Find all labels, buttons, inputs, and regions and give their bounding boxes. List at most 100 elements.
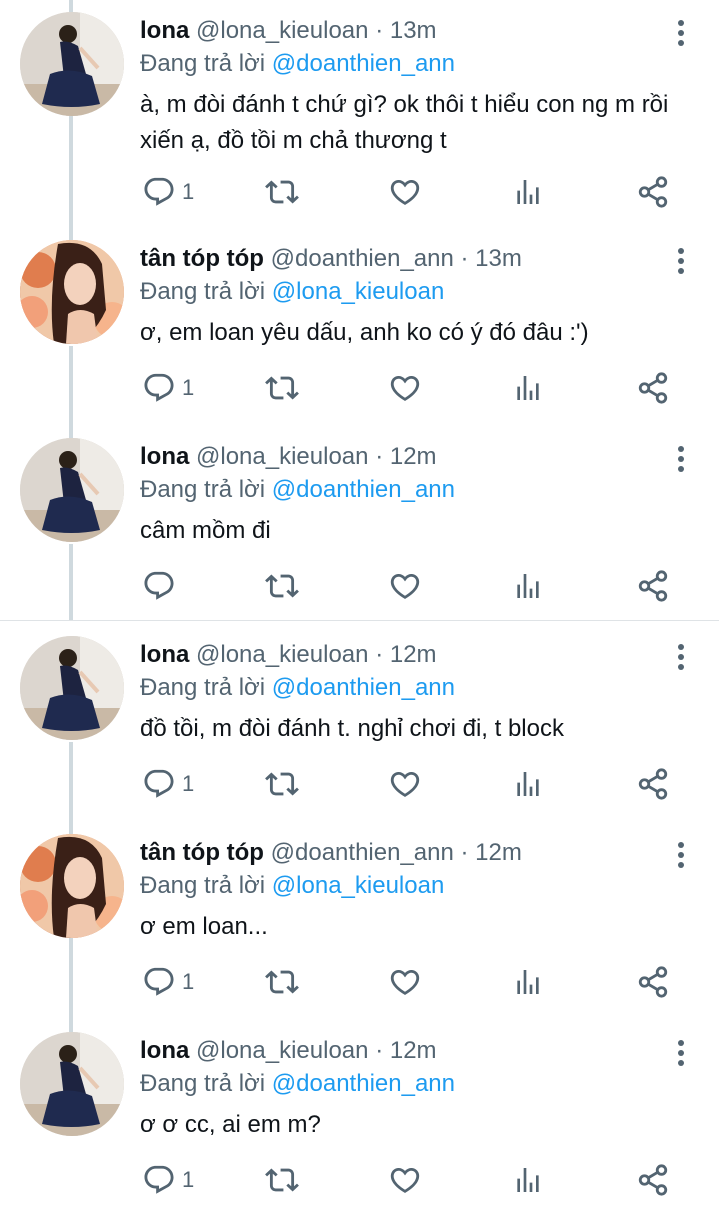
tweet-text: câm mồm đi xyxy=(140,517,271,544)
share-button[interactable] xyxy=(636,764,670,804)
tweet[interactable]: lona @lona_kieuloan · 12m Đang trả lời @… xyxy=(0,624,719,822)
tweet[interactable]: lona @lona_kieuloan · 12m Đang trả lời @… xyxy=(0,1020,719,1218)
user-handle[interactable]: @doanthien_ann xyxy=(271,839,454,866)
like-icon xyxy=(390,179,420,205)
timestamp[interactable]: · 12m xyxy=(375,641,436,668)
views-button[interactable] xyxy=(512,172,544,212)
reply-icon xyxy=(144,373,174,402)
like-button[interactable] xyxy=(388,566,422,606)
retweet-button[interactable] xyxy=(264,1160,300,1200)
share-button[interactable] xyxy=(636,172,670,212)
avatar[interactable] xyxy=(20,834,124,938)
mention-link[interactable]: @doanthien_ann xyxy=(272,674,455,701)
tweet-text: ơ, em loan yêu dấu, anh ko có ý đó đâu :… xyxy=(140,319,589,346)
tweet-header: tân tóp tóp @doanthien_ann · 13m xyxy=(140,242,689,276)
mention-link[interactable]: @doanthien_ann xyxy=(272,1070,455,1097)
tweet[interactable]: lona @lona_kieuloan · 12m Đang trả lời @… xyxy=(0,426,719,624)
user-handle[interactable]: @doanthien_ann xyxy=(271,245,454,272)
display-name[interactable]: tân tóp tóp xyxy=(140,839,264,866)
tweet-actions: 1 xyxy=(140,172,699,212)
reply-icon xyxy=(144,769,174,798)
share-button[interactable] xyxy=(636,962,670,1002)
tweet-header: lona @lona_kieuloan · 12m xyxy=(140,1034,689,1068)
views-button[interactable] xyxy=(512,1160,544,1200)
reply-count: 1 xyxy=(182,969,195,994)
retweet-button[interactable] xyxy=(264,566,300,606)
display-name[interactable]: lona xyxy=(140,641,189,668)
share-icon xyxy=(638,768,668,800)
tweet-actions xyxy=(140,566,699,606)
avatar[interactable] xyxy=(20,240,124,344)
user-handle[interactable]: @lona_kieuloan xyxy=(196,17,369,44)
replying-label: Đang trả lời xyxy=(140,872,266,899)
replying-to: Đang trả lời @doanthien_ann xyxy=(140,473,689,507)
tweet[interactable]: lona @lona_kieuloan · 13m Đang trả lời @… xyxy=(0,0,719,208)
share-button[interactable] xyxy=(636,1160,670,1200)
retweet-icon xyxy=(265,970,299,994)
avatar[interactable] xyxy=(20,438,124,542)
like-icon xyxy=(390,969,420,995)
views-button[interactable] xyxy=(512,566,544,606)
retweet-button[interactable] xyxy=(264,368,300,408)
avatar[interactable] xyxy=(20,636,124,740)
like-button[interactable] xyxy=(388,172,422,212)
retweet-button[interactable] xyxy=(264,962,300,1002)
user-handle[interactable]: @lona_kieuloan xyxy=(196,641,369,668)
reply-button[interactable]: 1 xyxy=(142,172,194,212)
reply-icon xyxy=(144,571,174,600)
replying-to: Đang trả lời @lona_kieuloan xyxy=(140,869,689,903)
reply-count: 1 xyxy=(182,179,195,204)
reply-icon xyxy=(144,967,174,996)
timestamp[interactable]: · 12m xyxy=(375,1037,436,1064)
reply-button[interactable] xyxy=(142,566,182,606)
tweet-header: lona @lona_kieuloan · 13m xyxy=(140,14,689,48)
tweet-text: à, m đòi đánh t chứ gì? ok thôi t hiểu c… xyxy=(140,91,669,154)
reply-button[interactable]: 1 xyxy=(142,1160,194,1200)
views-icon xyxy=(517,970,539,994)
share-button[interactable] xyxy=(636,368,670,408)
more-icon[interactable] xyxy=(677,644,685,670)
user-handle[interactable]: @lona_kieuloan xyxy=(196,1037,369,1064)
more-icon[interactable] xyxy=(677,20,685,46)
mention-link[interactable]: @lona_kieuloan xyxy=(272,872,445,899)
mention-link[interactable]: @doanthien_ann xyxy=(272,50,455,77)
reply-button[interactable]: 1 xyxy=(142,962,194,1002)
tweet-actions: 1 xyxy=(140,764,699,804)
more-icon[interactable] xyxy=(677,1040,685,1066)
display-name[interactable]: lona xyxy=(140,17,189,44)
mention-link[interactable]: @doanthien_ann xyxy=(272,476,455,503)
tweet-text: ơ em loan... xyxy=(140,913,268,940)
retweet-icon xyxy=(265,772,299,796)
retweet-button[interactable] xyxy=(264,172,300,212)
display-name[interactable]: lona xyxy=(140,1037,189,1064)
like-button[interactable] xyxy=(388,962,422,1002)
mention-link[interactable]: @lona_kieuloan xyxy=(272,278,445,305)
user-handle[interactable]: @lona_kieuloan xyxy=(196,443,369,470)
more-icon[interactable] xyxy=(677,248,685,274)
avatar[interactable] xyxy=(20,12,124,116)
reply-button[interactable]: 1 xyxy=(142,368,194,408)
views-button[interactable] xyxy=(512,368,544,408)
like-button[interactable] xyxy=(388,1160,422,1200)
display-name[interactable]: tân tóp tóp xyxy=(140,245,264,272)
retweet-button[interactable] xyxy=(264,764,300,804)
views-button[interactable] xyxy=(512,962,544,1002)
replying-to: Đang trả lời @doanthien_ann xyxy=(140,671,689,705)
tweet[interactable]: tân tóp tóp @doanthien_ann · 13m Đang tr… xyxy=(0,228,719,426)
share-button[interactable] xyxy=(636,566,670,606)
like-button[interactable] xyxy=(388,764,422,804)
views-icon xyxy=(517,180,539,204)
timestamp[interactable]: · 12m xyxy=(461,839,522,866)
share-icon xyxy=(638,1164,668,1196)
timestamp[interactable]: · 13m xyxy=(461,245,522,272)
display-name[interactable]: lona xyxy=(140,443,189,470)
more-icon[interactable] xyxy=(677,446,685,472)
avatar[interactable] xyxy=(20,1032,124,1136)
tweet[interactable]: tân tóp tóp @doanthien_ann · 12m Đang tr… xyxy=(0,822,719,1020)
views-button[interactable] xyxy=(512,764,544,804)
like-button[interactable] xyxy=(388,368,422,408)
timestamp[interactable]: · 12m xyxy=(375,443,436,470)
reply-button[interactable]: 1 xyxy=(142,764,194,804)
more-icon[interactable] xyxy=(677,842,685,868)
timestamp[interactable]: · 13m xyxy=(375,17,436,44)
